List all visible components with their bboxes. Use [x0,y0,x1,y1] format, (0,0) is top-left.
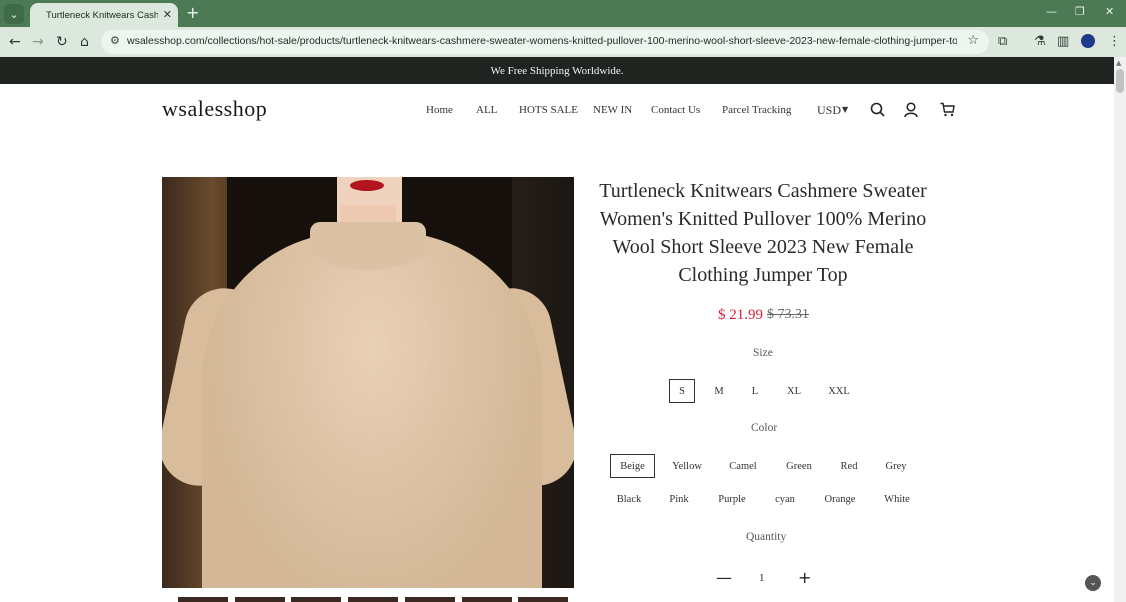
window-close-icon[interactable]: ✕ [1105,5,1114,18]
scroll-up-icon[interactable]: ▲ [1116,59,1121,67]
cart-icon[interactable] [940,102,955,117]
product-thumbnail[interactable] [405,597,455,602]
nav-contact-us[interactable]: Contact Us [651,104,700,116]
size-option-s[interactable]: S [669,379,695,403]
color-option-camel[interactable]: Camel [723,454,763,478]
nav-parcel-tracking[interactable]: Parcel Tracking [722,104,791,116]
forward-icon[interactable]: → [32,34,44,50]
caret-down-icon[interactable]: ▼ [842,105,848,114]
quantity-decrease-button[interactable]: — [716,570,732,586]
size-option-xl[interactable]: XL [781,379,807,403]
quantity-label: Quantity [746,531,787,543]
color-label: Color [751,422,778,434]
color-option-purple[interactable]: Purple [712,487,752,511]
product-title: Turtleneck Knitwears Cashmere Sweater Wo… [599,180,927,286]
extensions-icon[interactable]: ⧉ [998,34,1007,50]
account-icon[interactable] [904,102,918,117]
color-option-cyan[interactable]: cyan [768,487,802,511]
product-main-image[interactable] [162,177,574,588]
quantity-increase-button[interactable]: + [798,570,811,586]
nav-new-in[interactable]: NEW IN [593,104,632,116]
side-panel-icon[interactable]: ▥ [1057,34,1069,50]
color-option-red[interactable]: Red [832,454,866,478]
size-option-m[interactable]: M [706,379,732,403]
product-thumbnail[interactable] [348,597,398,602]
browser-tab-strip: ⌄ Turtleneck Knitwears Cashmere Sweater … [0,0,1126,27]
product-thumbnail[interactable] [518,597,568,602]
announcement-bar: We Free Shipping Worldwide. [0,57,1114,84]
nav-home[interactable]: Home [426,104,453,116]
sale-price: $ 21.99 [718,307,763,323]
minimize-icon[interactable]: — [1046,5,1057,18]
more-menu-icon[interactable]: ⋮ [1108,34,1121,50]
bookmark-star-icon[interactable]: ☆ [967,33,979,48]
color-option-beige[interactable]: Beige [610,454,655,478]
chevron-down-icon[interactable]: ⌄ [4,4,24,24]
scroll-thumb[interactable] [1116,69,1124,93]
color-option-white[interactable]: White [878,487,916,511]
currency-selector[interactable]: USD [817,103,841,118]
address-bar[interactable]: ⚙ wsalesshop.com/collections/hot-sale/pr… [101,30,989,54]
product-thumbnail[interactable] [462,597,512,602]
size-label: Size [753,347,773,359]
site-settings-icon[interactable]: ⚙ [110,34,120,47]
search-icon[interactable] [870,102,885,117]
url-text[interactable]: wsalesshop.com/collections/hot-sale/prod… [127,35,957,47]
color-option-yellow[interactable]: Yellow [667,454,707,478]
size-option-xxl[interactable]: XXL [823,379,855,403]
nav-hots-sale[interactable]: HOTS SALE [519,104,578,116]
browser-tab[interactable]: Turtleneck Knitwears Cashmere Sweater ✕ [30,3,178,27]
new-tab-icon[interactable]: + [186,4,199,22]
home-icon[interactable]: ⌂ [80,34,89,50]
profile-avatar[interactable] [1081,34,1095,48]
color-option-black[interactable]: Black [609,487,649,511]
announcement-text: We Free Shipping Worldwide. [490,64,624,77]
quantity-value[interactable]: 1 [759,572,765,584]
back-icon[interactable]: ← [9,34,21,50]
close-icon[interactable]: ✕ [163,8,172,21]
store-logo[interactable]: wsalesshop [162,96,267,122]
scroll-to-top-icon[interactable]: ⌄ [1085,575,1101,591]
color-option-pink[interactable]: Pink [662,487,696,511]
product-thumbnail[interactable] [178,597,228,602]
browser-toolbar: ← → ↻ ⌂ ⚙ wsalesshop.com/collections/hot… [0,27,1126,57]
tab-title: Turtleneck Knitwears Cashmere Sweater [46,9,158,21]
page-scrollbar[interactable]: ▲ [1114,57,1126,602]
color-option-orange[interactable]: Orange [818,487,862,511]
color-option-green[interactable]: Green [779,454,819,478]
reload-icon[interactable]: ↻ [56,34,68,50]
color-option-grey[interactable]: Grey [879,454,913,478]
size-option-l[interactable]: L [742,379,768,403]
nav-all[interactable]: ALL [476,104,497,116]
product-thumbnail[interactable] [235,597,285,602]
product-thumbnail[interactable] [291,597,341,602]
compare-price: $ 73.31 [767,307,809,322]
flask-icon[interactable]: ⚗ [1034,34,1046,50]
restore-icon[interactable]: ❐ [1075,5,1085,18]
